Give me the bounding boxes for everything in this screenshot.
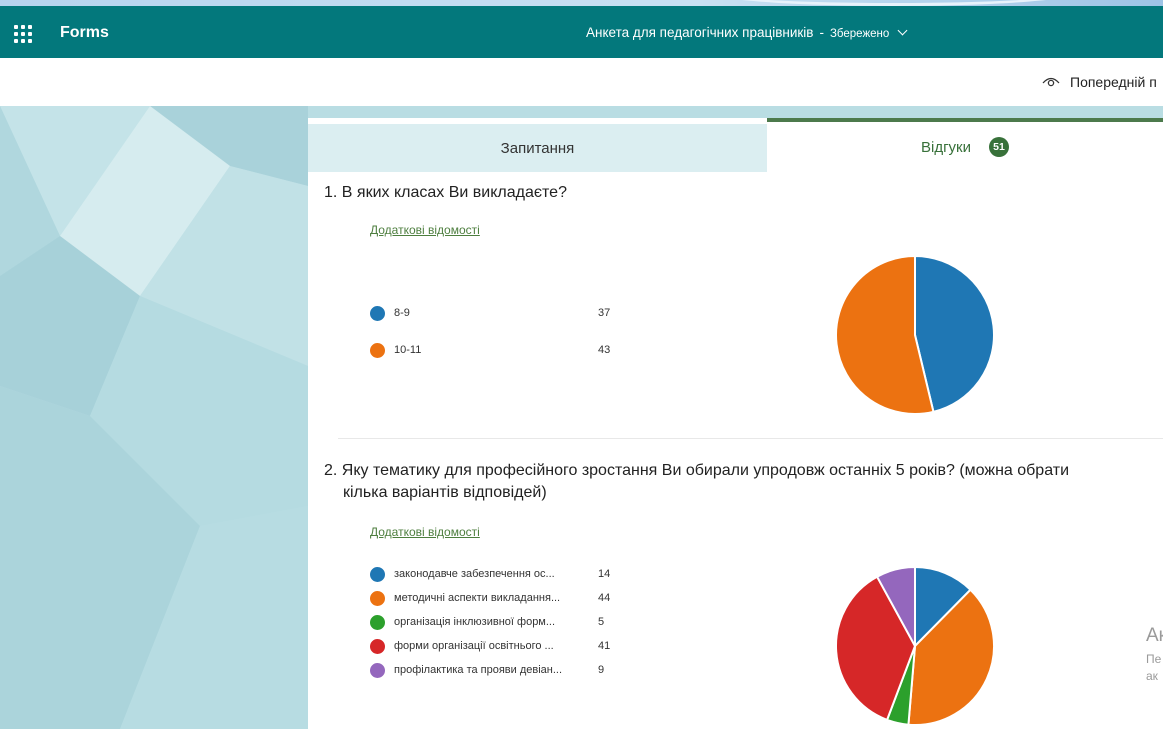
question-1-title: 1. В яких класах Ви викладаєте?	[324, 184, 567, 201]
responses-count-badge: 51	[989, 137, 1009, 157]
legend-item: методичні аспекти викладання... 44	[370, 589, 630, 609]
tab-responses[interactable]: Відгуки 51	[767, 118, 1163, 172]
header-top-edge	[0, 0, 1163, 6]
legend-item: форми організації освітнього ... 41	[370, 637, 630, 657]
chevron-down-icon[interactable]	[897, 25, 908, 36]
question-divider	[338, 438, 1163, 439]
form-title: Анкета для педагогічних працівників	[586, 25, 814, 40]
watermark-line2: Пе	[1146, 652, 1162, 666]
legend-swatch	[370, 306, 385, 321]
app-name[interactable]: Forms	[60, 24, 109, 42]
save-status: Збережено	[829, 28, 890, 40]
legend-count: 5	[598, 616, 605, 628]
legend-swatch	[370, 343, 385, 358]
legend-label: профілактика та прояви девіан...	[394, 664, 563, 676]
legend-item: законодавче забезпечення ос... 14	[370, 565, 630, 585]
legend-label: законодавче забезпечення ос...	[394, 568, 555, 580]
legend-swatch	[370, 615, 385, 630]
question-2-more-details-link[interactable]: Додаткові відомості	[370, 525, 480, 539]
legend-swatch	[370, 591, 385, 606]
legend-count: 44	[598, 592, 611, 604]
app-launcher-icon[interactable]	[14, 25, 32, 43]
legend-swatch	[370, 663, 385, 678]
tab-responses-label: Відгуки	[920, 138, 971, 156]
eye-icon	[1042, 77, 1060, 87]
question-2-title-line1: 2. Яку тематику для професійного зростан…	[324, 462, 1070, 479]
legend-label: 8-9	[394, 307, 410, 319]
preview-label: Попередній п	[1070, 74, 1157, 90]
app-header: Forms Анкета для педагогічних працівникі…	[0, 0, 1163, 58]
legend-item: профілактика та прояви девіан... 9	[370, 661, 630, 681]
legend-swatch	[370, 639, 385, 654]
watermark-line3: ак	[1146, 669, 1158, 683]
question-2-title: 2. Яку тематику для професійного зростан…	[324, 460, 1069, 504]
tab-bar: Запитання Відгуки 51	[308, 118, 1163, 172]
legend-label: методичні аспекти викладання...	[394, 592, 561, 604]
question-1-pie-chart	[835, 254, 995, 415]
watermark-line1: Ак	[1146, 625, 1163, 646]
legend-label: форми організації освітнього ...	[394, 640, 554, 652]
legend-count: 37	[598, 307, 611, 319]
question-1-more-details-link[interactable]: Додаткові відомості	[370, 223, 480, 237]
question-2-title-line2: кілька варіантів відповідей)	[343, 484, 547, 501]
legend-count: 41	[598, 640, 611, 652]
question-2-pie-chart	[835, 565, 995, 726]
responses-card: Запитання Відгуки 51 1. В яких класах Ви…	[308, 118, 1163, 729]
preview-button[interactable]: Попередній п	[1042, 74, 1157, 90]
legend-item: організація інклюзивної форм... 5	[370, 613, 630, 633]
legend-item: 10-11 43	[370, 341, 630, 361]
activate-windows-watermark: Ак Пе ак	[1146, 625, 1163, 683]
legend-label: організація інклюзивної форм...	[394, 616, 556, 628]
legend-item: 8-9 37	[370, 304, 630, 324]
legend-count: 43	[598, 344, 611, 356]
legend-count: 9	[598, 664, 605, 676]
legend-count: 14	[598, 568, 611, 580]
tab-questions-label: Запитання	[500, 139, 575, 157]
command-bar: Попередній п	[0, 58, 1163, 106]
form-title-area[interactable]: Анкета для педагогічних працівників - Збер…	[586, 25, 908, 40]
title-separator: -	[819, 25, 824, 40]
tab-questions[interactable]: Запитання	[308, 124, 767, 172]
legend-swatch	[370, 567, 385, 582]
legend-label: 10-11	[394, 344, 422, 356]
